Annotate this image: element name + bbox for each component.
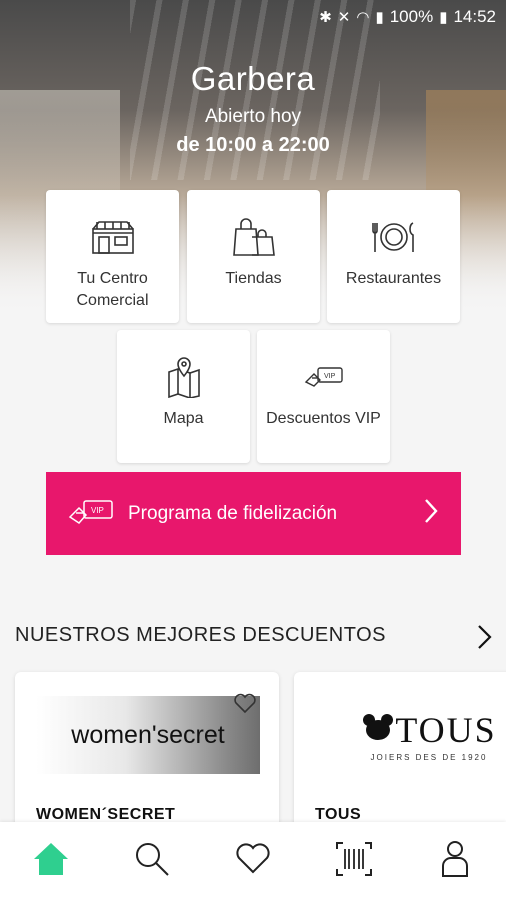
nav-home[interactable] [21,831,81,891]
tile-shops[interactable]: Tiendas [187,190,320,323]
brand-logo: women'secret [36,696,260,774]
discount-card-tous[interactable]: TOUS JOIERS DES DE 1920 TOUS [294,672,506,832]
barcode-scan-icon [335,841,373,882]
loyalty-label: Programa de fidelización [128,502,338,524]
tile-label: Restaurantes [345,270,442,287]
nav-favorites[interactable] [223,831,283,891]
shopping-bags-icon [232,216,276,258]
search-icon [134,841,170,882]
map-pin-icon [167,356,201,398]
mute-icon: ✕ [337,9,351,26]
discount-card-women-secret[interactable]: women'secret WOMEN´SECRET [15,672,279,832]
brand-logo: TOUS JOIERS DES DE 1920 [334,696,506,774]
bottom-nav [0,822,506,900]
tile-label: Mapa [163,410,204,427]
status-bar: ✱ ✕ ◠ ▮ 100% ▮ 14:52 [0,0,506,34]
section-title: NUESTROS MEJORES DESCUENTOS [15,624,386,646]
battery-icon: ▮ [439,9,448,26]
open-hours: de 10:00 a 22:00 [176,134,330,156]
home-icon [32,841,70,882]
tile-shopping-center[interactable]: Tu Centro Comercial [46,190,179,323]
mall-name: Garbera [190,60,316,97]
favorite-heart-icon[interactable] [233,692,257,719]
open-label: Abierto hoy [204,106,302,127]
chevron-right-icon[interactable] [473,622,497,652]
tous-wordmark: TOUS [395,709,497,750]
shopping-center-icon [91,216,135,258]
signal-icon: ▮ [375,9,384,26]
tile-label: Tiendas [225,270,282,287]
loyalty-program-button[interactable]: VIP Programa de fidelización [46,472,461,555]
tous-tagline: JOIERS DES DE 1920 [370,752,488,762]
tile-restaurants[interactable]: Restaurantes [327,190,460,323]
svg-text:VIP: VIP [91,506,104,515]
bear-logo-icon [361,712,395,747]
heart-icon [235,842,271,880]
tile-vip-discounts[interactable]: VIP Descuentos VIP [257,330,390,463]
clock: 14:52 [453,7,496,26]
vip-card-icon: VIP [68,497,114,530]
tile-label: Descuentos VIP [266,410,381,427]
vip-card-icon: VIP [304,356,344,398]
profile-icon [441,840,469,883]
tile-label: Tu Centro Comercial [76,270,149,309]
bluetooth-icon: ✱ [319,9,332,26]
nav-scan[interactable] [324,831,384,891]
wifi-icon: ◠ [356,9,370,26]
chevron-right-icon [423,498,439,529]
svg-text:VIP: VIP [324,373,336,380]
nav-search[interactable] [122,831,182,891]
nav-profile[interactable] [425,831,485,891]
tile-map[interactable]: Mapa [117,330,250,463]
battery-percent: 100% [389,7,434,26]
plate-cutlery-icon [371,216,417,258]
